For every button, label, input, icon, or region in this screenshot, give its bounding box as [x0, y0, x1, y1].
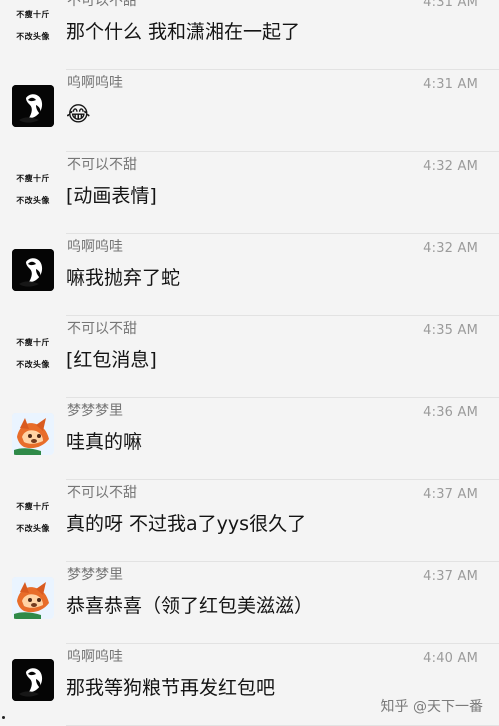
message-content: 真的呀 不过我a了yys很久了	[66, 513, 307, 535]
message-time: 4:36 AM	[423, 405, 478, 420]
avatar-text-line: 不瘦十斤	[16, 174, 50, 183]
screen-dot	[2, 716, 5, 719]
avatar[interactable]	[12, 659, 54, 701]
message-content: [红包消息]	[66, 349, 157, 371]
message-row[interactable]: 不瘦十斤 不改头像 不可以不甜 4:31 AM 那个什么 我和潇湘在一起了	[0, 0, 499, 70]
sender-name: 梦梦梦里	[67, 403, 123, 419]
message-row[interactable]: 梦梦梦里 4:37 AM 恭喜恭喜（领了红包美滋滋）	[0, 562, 499, 644]
avatar-text-line: 不改头像	[16, 524, 50, 533]
message-time: 4:31 AM	[423, 77, 478, 92]
avatar[interactable]: 不瘦十斤 不改头像	[12, 331, 54, 373]
message-time: 4:31 AM	[423, 0, 478, 10]
message-time: 4:32 AM	[423, 241, 478, 256]
avatar[interactable]: 不瘦十斤 不改头像	[12, 3, 54, 45]
avatar-text-line: 不瘦十斤	[16, 10, 50, 19]
zhihu-watermark: 知乎 @天下一番	[380, 699, 483, 715]
message-content: 那我等狗粮节再发红包吧	[66, 677, 276, 699]
dark-figure-avatar-icon	[12, 249, 54, 291]
message-content: 那个什么 我和潇湘在一起了	[66, 21, 301, 43]
message-row[interactable]: 不瘦十斤 不改头像 不可以不甜 4:32 AM [动画表情]	[0, 152, 499, 234]
message-row[interactable]: 呜啊呜哇 4:32 AM 嘛我抛弃了蛇	[0, 234, 499, 316]
sender-name: 呜啊呜哇	[67, 75, 123, 91]
message-row[interactable]: 不瘦十斤 不改头像 不可以不甜 4:37 AM 真的呀 不过我a了yys很久了	[0, 480, 499, 562]
avatar[interactable]	[12, 249, 54, 291]
message-row[interactable]: 梦梦梦里 4:36 AM 哇真的嘛	[0, 398, 499, 480]
avatar-text-line: 不改头像	[16, 360, 50, 369]
message-time: 4:37 AM	[423, 569, 478, 584]
avatar-text-line: 不改头像	[16, 32, 50, 41]
message-row[interactable]: 不瘦十斤 不改头像 不可以不甜 4:35 AM [红包消息]	[0, 316, 499, 398]
sender-name: 梦梦梦里	[67, 567, 123, 583]
message-content: 恭喜恭喜（领了红包美滋滋）	[66, 595, 314, 617]
avatar[interactable]: 不瘦十斤 不改头像	[12, 495, 54, 537]
avatar-text-line: 不瘦十斤	[16, 338, 50, 347]
dark-figure-avatar-icon	[12, 659, 54, 701]
sender-name: 不可以不甜	[67, 0, 137, 9]
fox-avatar-icon	[12, 413, 54, 455]
sender-name: 呜啊呜哇	[67, 239, 123, 255]
avatar-text-line: 不改头像	[16, 196, 50, 205]
sender-name: 呜啊呜哇	[67, 649, 123, 665]
message-content: [动画表情]	[66, 185, 157, 207]
message-row[interactable]: 呜啊呜哇 4:31 AM 😂	[0, 70, 499, 152]
message-time: 4:40 AM	[423, 651, 478, 666]
message-time: 4:37 AM	[423, 487, 478, 502]
tears-of-joy-emoji: 😂	[66, 102, 91, 126]
avatar[interactable]	[12, 577, 54, 619]
sender-name: 不可以不甜	[67, 157, 137, 173]
message-time: 4:32 AM	[423, 159, 478, 174]
message-content: 哇真的嘛	[66, 431, 143, 453]
fox-avatar-icon	[12, 577, 54, 619]
avatar[interactable]	[12, 413, 54, 455]
avatar[interactable]: 不瘦十斤 不改头像	[12, 167, 54, 209]
avatar[interactable]	[12, 85, 54, 127]
chat-message-list: 不瘦十斤 不改头像 不可以不甜 4:31 AM 那个什么 我和潇湘在一起了 呜啊…	[0, 0, 499, 726]
avatar-text-line: 不瘦十斤	[16, 502, 50, 511]
sender-name: 不可以不甜	[67, 321, 137, 337]
message-time: 4:35 AM	[423, 323, 478, 338]
message-content: 嘛我抛弃了蛇	[66, 267, 181, 289]
dark-figure-avatar-icon	[12, 85, 54, 127]
sender-name: 不可以不甜	[67, 485, 137, 501]
